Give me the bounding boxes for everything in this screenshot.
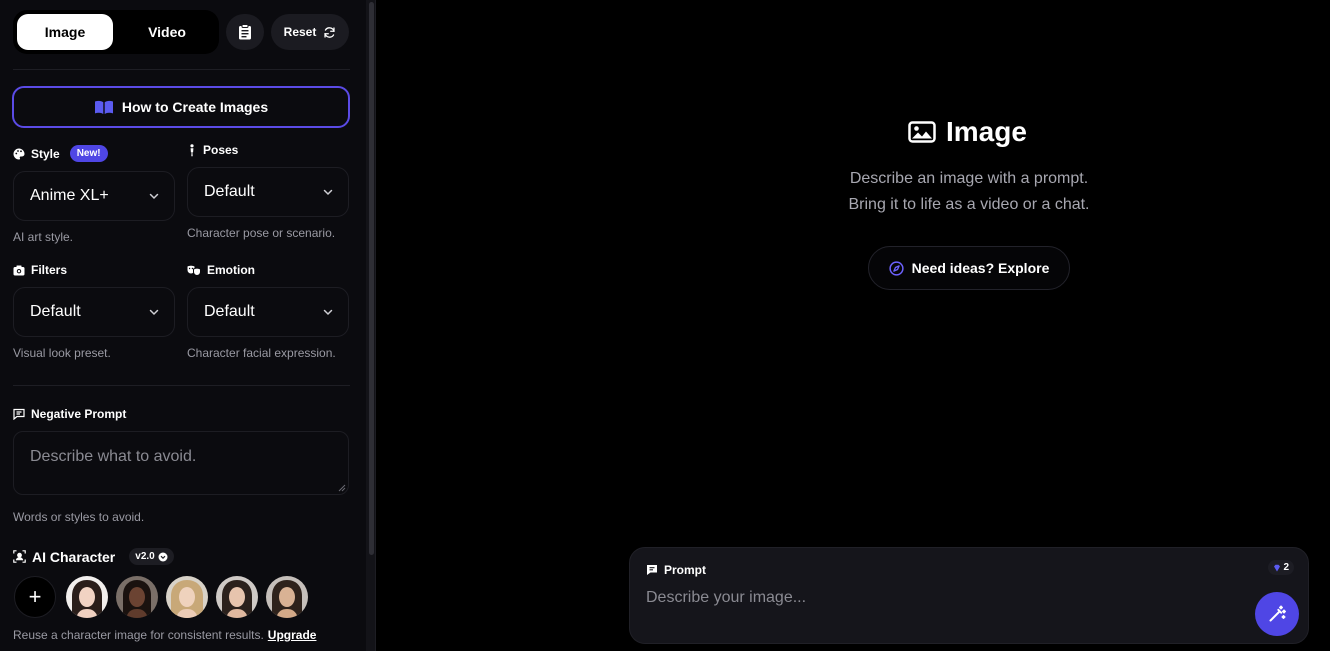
add-character-button[interactable]: + xyxy=(14,576,56,618)
poses-label: Poses xyxy=(187,143,238,157)
refresh-icon xyxy=(324,26,335,38)
explore-label: Need ideas? Explore xyxy=(911,260,1050,276)
gem-icon xyxy=(1274,564,1281,571)
style-value: Anime XL+ xyxy=(30,187,109,204)
how-to-create-images-button[interactable]: How to Create Images xyxy=(12,86,350,128)
poses-label-text: Poses xyxy=(203,143,239,157)
chevron-down-icon xyxy=(323,309,333,316)
character-avatar[interactable] xyxy=(216,576,258,618)
emotion-label-text: Emotion xyxy=(207,263,255,277)
credits-count: 2 xyxy=(1283,562,1289,573)
prompt-panel: Prompt 2 xyxy=(629,547,1309,644)
clipboard-icon xyxy=(239,24,251,40)
filters-hint: Visual look preset. xyxy=(13,346,111,360)
mode-toggle: Image Video xyxy=(13,10,219,54)
character-avatar[interactable] xyxy=(116,576,158,618)
ai-character-label-text: AI Character xyxy=(32,548,116,565)
ai-character-label: AI Character v2.0 xyxy=(13,548,174,565)
negative-prompt-input[interactable]: Describe what to avoid. xyxy=(13,431,349,495)
prompt-input[interactable] xyxy=(646,586,1246,610)
character-avatar[interactable] xyxy=(66,576,108,618)
mode-video-button[interactable]: Video xyxy=(119,14,215,50)
character-avatar[interactable] xyxy=(166,576,208,618)
prompt-label: Prompt xyxy=(646,563,706,577)
palette-icon xyxy=(13,148,25,159)
figure-icon xyxy=(190,143,194,156)
portrait-icon xyxy=(13,550,26,563)
prompt-label-text: Prompt xyxy=(664,563,706,577)
message-icon xyxy=(13,408,25,420)
camera-icon xyxy=(13,265,25,275)
version-text: v2.0 xyxy=(135,551,155,562)
compass-icon xyxy=(889,260,904,276)
version-badge[interactable]: v2.0 xyxy=(129,548,174,565)
chevron-down-icon xyxy=(149,193,159,200)
new-badge: New! xyxy=(69,145,108,162)
image-icon xyxy=(908,121,936,143)
ai-character-hint-text: Reuse a character image for consistent r… xyxy=(13,628,264,642)
chevron-down-icon xyxy=(149,309,159,316)
emotion-label: Emotion xyxy=(187,263,255,277)
how-to-label: How to Create Images xyxy=(121,99,269,115)
sidebar: Image Video Reset How to Create Images S… xyxy=(0,0,366,651)
style-label: Style New! xyxy=(13,145,108,162)
credits-badge: 2 xyxy=(1268,560,1294,575)
emotion-hint: Character facial expression. xyxy=(187,346,336,360)
negative-prompt-label-text: Negative Prompt xyxy=(31,407,127,421)
poses-hint: Character pose or scenario. xyxy=(187,226,336,240)
mode-image-button[interactable]: Image xyxy=(17,14,113,50)
hero-subtitle-2: Bring it to life as a video or a chat. xyxy=(848,196,1090,213)
explore-ideas-button[interactable]: Need ideas? Explore xyxy=(868,246,1070,290)
style-label-text: Style xyxy=(31,146,60,161)
emotion-value: Default xyxy=(204,303,255,320)
emotion-select[interactable]: Default xyxy=(187,287,349,337)
reset-button[interactable]: Reset xyxy=(271,14,349,50)
filters-value: Default xyxy=(30,303,81,320)
page-title-text: Image xyxy=(946,116,1027,147)
hero-subtitle-1: Describe an image with a prompt. xyxy=(849,170,1089,187)
divider xyxy=(13,385,350,386)
style-hint: AI art style. xyxy=(13,230,74,244)
chat-icon xyxy=(647,565,657,575)
book-icon xyxy=(94,100,113,114)
sidebar-scrollbar-thumb[interactable] xyxy=(369,2,374,555)
generate-button[interactable] xyxy=(1255,592,1299,636)
poses-value: Default xyxy=(204,183,255,200)
negative-prompt-hint: Words or styles to avoid. xyxy=(13,510,145,524)
resize-handle-icon[interactable] xyxy=(338,484,346,492)
character-avatar[interactable] xyxy=(266,576,308,618)
upgrade-link[interactable]: Upgrade xyxy=(268,628,317,642)
ai-character-hint: Reuse a character image for consistent r… xyxy=(13,628,316,642)
chevron-circle-down-icon xyxy=(158,552,168,561)
style-select[interactable]: Anime XL+ xyxy=(13,171,175,221)
page-title: Image xyxy=(908,116,1027,148)
masks-icon xyxy=(187,265,201,276)
reset-label: Reset xyxy=(283,25,317,39)
clipboard-button[interactable] xyxy=(226,14,264,50)
magic-wand-icon xyxy=(1269,605,1286,622)
chevron-down-icon xyxy=(323,189,333,196)
negative-prompt-placeholder: Describe what to avoid. xyxy=(30,448,197,465)
filters-label: Filters xyxy=(13,263,67,277)
divider xyxy=(13,69,350,70)
filters-label-text: Filters xyxy=(31,263,68,277)
filters-select[interactable]: Default xyxy=(13,287,175,337)
poses-select[interactable]: Default xyxy=(187,167,349,217)
negative-prompt-label: Negative Prompt xyxy=(13,407,126,421)
